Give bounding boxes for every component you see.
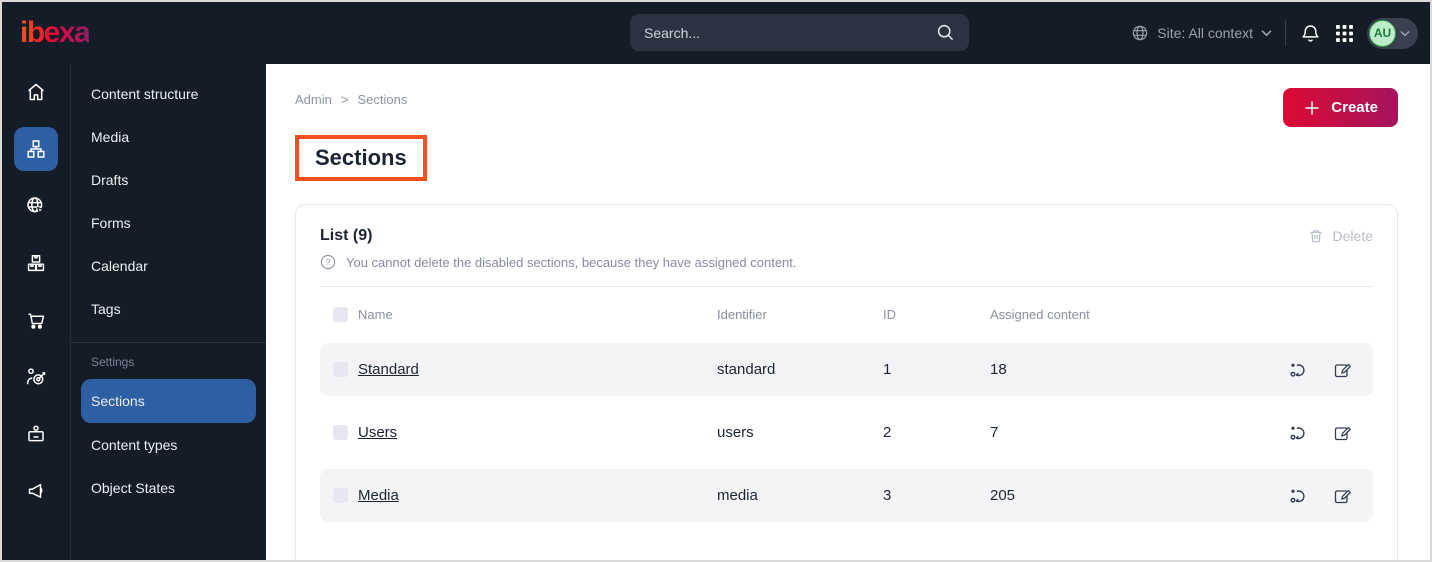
section-assigned-content: 205 xyxy=(990,487,1016,504)
create-button[interactable]: Create xyxy=(1283,88,1398,127)
notifications-bell-icon[interactable] xyxy=(1299,22,1322,45)
top-bar: ibexa Site: All context xyxy=(2,2,1430,64)
chevron-down-icon xyxy=(1261,29,1272,37)
delete-button[interactable]: Delete xyxy=(1308,228,1373,244)
section-identifier: users xyxy=(717,424,754,441)
sidebar-item-media[interactable]: Media xyxy=(71,115,266,158)
edit-icon[interactable] xyxy=(1333,487,1351,505)
topbar-divider xyxy=(1285,20,1286,46)
assign-content-icon[interactable] xyxy=(1289,424,1307,442)
site-icon[interactable] xyxy=(14,184,58,228)
site-context-selector[interactable]: Site: All context xyxy=(1131,24,1272,42)
app-window: ibexa Site: All context xyxy=(0,0,1432,562)
table-row: Media media 3 205 xyxy=(320,469,1373,522)
row-checkbox[interactable] xyxy=(333,488,348,503)
globe-icon xyxy=(1131,24,1149,42)
table-row: Standard standard 1 18 xyxy=(320,343,1373,396)
sidebar-item-tags[interactable]: Tags xyxy=(71,287,266,330)
table-row: Users users 2 7 xyxy=(320,406,1373,459)
settings-section-label: Settings xyxy=(91,355,135,369)
section-id: 3 xyxy=(883,487,892,504)
sidebar-item-drafts[interactable]: Drafts xyxy=(71,158,266,201)
chevron-down-icon xyxy=(1400,30,1410,37)
assign-content-icon[interactable] xyxy=(1289,487,1307,505)
sidebar-item-calendar[interactable]: Calendar xyxy=(71,244,266,287)
home-icon[interactable] xyxy=(14,70,58,114)
select-all-checkbox[interactable] xyxy=(333,306,348,322)
app-body: Content structure Media Drafts Forms Cal… xyxy=(2,64,1430,560)
app-grid-icon[interactable] xyxy=(1335,24,1354,43)
plus-icon xyxy=(1303,99,1321,117)
site-context-label: Site: All context xyxy=(1157,25,1253,41)
marketing-icon[interactable] xyxy=(14,469,58,513)
section-assigned-content: 18 xyxy=(990,361,1007,378)
breadcrumb-admin[interactable]: Admin xyxy=(295,92,332,107)
sidebar-item-content-structure[interactable]: Content structure xyxy=(71,72,266,115)
column-header-identifier: Identifier xyxy=(717,306,767,322)
sidebar-menu: Content structure Media Drafts Forms Cal… xyxy=(70,64,266,560)
list-title: List (9) xyxy=(320,227,373,244)
section-id: 1 xyxy=(883,361,892,378)
sidebar-item-sections[interactable]: Sections xyxy=(81,379,256,423)
help-question-icon: ? xyxy=(320,254,336,270)
column-header-name: Name xyxy=(358,306,393,322)
user-menu[interactable]: AU xyxy=(1367,17,1418,49)
search-icon[interactable] xyxy=(936,23,955,42)
admin-icon[interactable] xyxy=(14,412,58,456)
breadcrumb-sections[interactable]: Sections xyxy=(357,92,407,107)
sidebar-item-forms[interactable]: Forms xyxy=(71,201,266,244)
sidebar-item-object-states[interactable]: Object States xyxy=(71,466,266,509)
search-input[interactable] xyxy=(644,24,936,41)
content-structure-icon[interactable] xyxy=(14,127,58,171)
sidebar-item-content-types[interactable]: Content types xyxy=(71,423,266,466)
ibexa-logo[interactable]: ibexa xyxy=(20,16,91,50)
table-header: Name Identifier ID Assigned content xyxy=(320,299,1373,329)
personalization-icon[interactable] xyxy=(14,355,58,399)
global-search xyxy=(630,14,969,51)
list-divider xyxy=(320,286,1373,287)
topbar-right-cluster: Site: All context AU xyxy=(1131,2,1418,64)
row-checkbox[interactable] xyxy=(333,362,348,377)
section-identifier: media xyxy=(717,487,758,504)
section-name-link[interactable]: Standard xyxy=(358,361,419,378)
breadcrumb: Admin > Sections xyxy=(295,92,407,107)
products-icon[interactable] xyxy=(14,241,58,285)
breadcrumb-separator: > xyxy=(340,92,349,107)
main-content: Admin > Sections Create Sections List (9… xyxy=(266,64,1430,560)
trash-icon xyxy=(1308,228,1324,244)
svg-text:?: ? xyxy=(326,257,331,267)
column-header-assigned-content: Assigned content xyxy=(990,306,1090,322)
section-name-link[interactable]: Users xyxy=(358,424,397,441)
menu-divider xyxy=(71,342,266,343)
section-identifier: standard xyxy=(717,361,776,378)
help-text: You cannot delete the disabled sections,… xyxy=(346,254,797,270)
avatar: AU xyxy=(1369,19,1396,47)
edit-icon[interactable] xyxy=(1333,361,1351,379)
sections-list-card: List (9) Delete ? You cannot delete the … xyxy=(295,204,1398,560)
section-id: 2 xyxy=(883,424,892,441)
section-assigned-content: 7 xyxy=(990,424,999,441)
row-checkbox[interactable] xyxy=(333,425,348,440)
commerce-icon[interactable] xyxy=(14,298,58,342)
assign-content-icon[interactable] xyxy=(1289,361,1307,379)
page-title: Sections xyxy=(315,145,407,170)
list-help: ? You cannot delete the disabled section… xyxy=(320,254,1373,270)
highlight-box: Sections xyxy=(295,135,427,181)
icon-rail xyxy=(2,64,70,560)
column-header-id: ID xyxy=(883,306,896,322)
section-name-link[interactable]: Media xyxy=(358,487,399,504)
edit-icon[interactable] xyxy=(1333,424,1351,442)
